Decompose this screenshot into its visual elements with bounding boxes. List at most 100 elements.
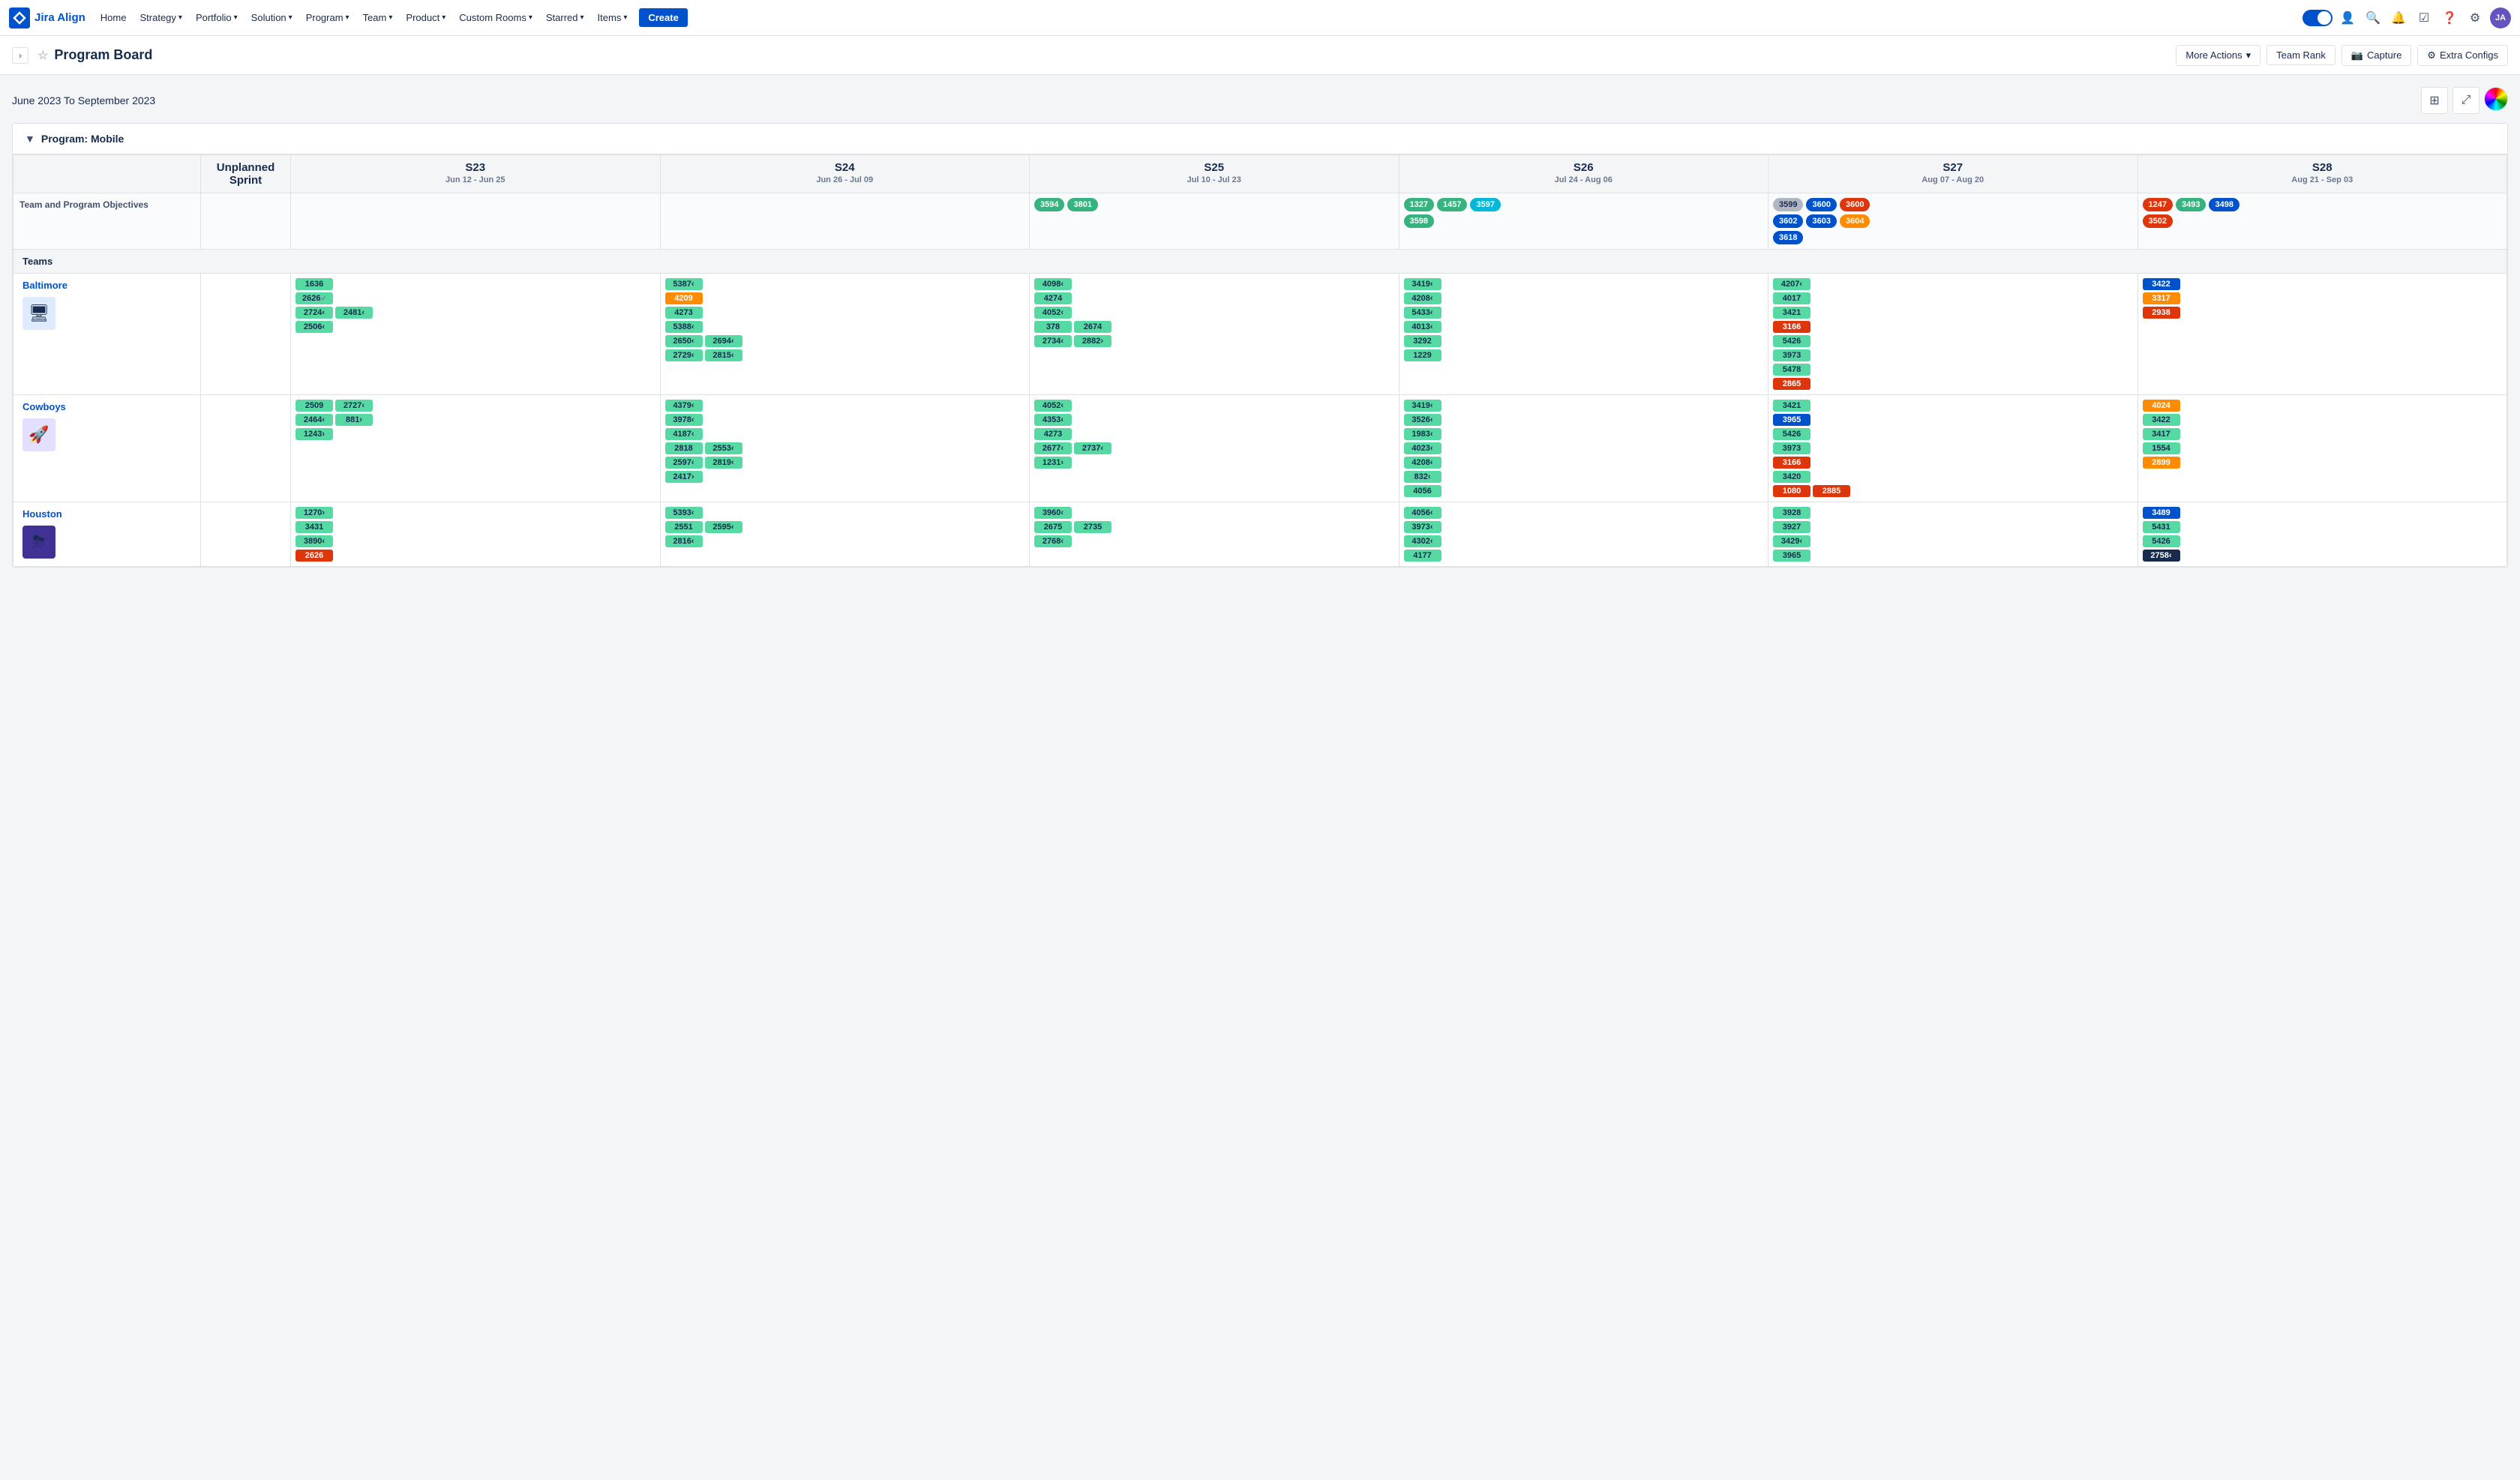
card-2626h[interactable]: 2626: [296, 550, 333, 562]
card-832[interactable]: 832‹: [1404, 471, 1442, 483]
team-name-baltimore[interactable]: Baltimore: [22, 280, 191, 291]
card-1270[interactable]: 1270›: [296, 507, 333, 519]
card-3526[interactable]: 3526‹: [1404, 414, 1442, 426]
objective-badge-1457[interactable]: 1457: [1437, 198, 1467, 211]
card-4302[interactable]: 4302‹: [1404, 535, 1442, 547]
create-button[interactable]: Create: [639, 8, 687, 27]
card-4098[interactable]: 4098‹: [1034, 278, 1072, 290]
tasks-icon[interactable]: ☑: [2414, 7, 2434, 28]
card-2597[interactable]: 2597‹: [665, 457, 703, 469]
card-2506[interactable]: 2506‹: [296, 321, 333, 333]
objective-badge-3618[interactable]: 3618: [1773, 231, 1803, 244]
card-2677[interactable]: 2677‹: [1034, 442, 1072, 454]
card-3166c[interactable]: 3166: [1773, 457, 1810, 469]
card-2626[interactable]: 2626✓: [296, 292, 333, 304]
objective-badge-3598[interactable]: 3598: [1404, 214, 1434, 228]
card-4273[interactable]: 4273: [665, 307, 703, 319]
card-3960[interactable]: 3960‹: [1034, 507, 1072, 519]
card-4013[interactable]: 4013‹: [1404, 321, 1442, 333]
objective-badge-3594[interactable]: 3594: [1034, 198, 1064, 211]
user-icon[interactable]: 👤: [2337, 7, 2358, 28]
card-3973h[interactable]: 3973‹: [1404, 521, 1442, 533]
card-2818[interactable]: 2818: [665, 442, 703, 454]
card-3317[interactable]: 3317: [2143, 292, 2180, 304]
card-4017[interactable]: 4017: [1773, 292, 1810, 304]
card-5388[interactable]: 5388‹: [665, 321, 703, 333]
card-378[interactable]: 378: [1034, 321, 1072, 333]
card-3429[interactable]: 3429‹: [1773, 535, 1810, 547]
card-3928[interactable]: 3928: [1773, 507, 1810, 519]
card-5433[interactable]: 5433‹: [1404, 307, 1442, 319]
card-2819[interactable]: 2819‹: [705, 457, 742, 469]
nav-custom-rooms[interactable]: Custom Rooms ▾: [453, 9, 538, 26]
card-2481[interactable]: 2481‹: [335, 307, 373, 319]
app-logo[interactable]: Jira Align: [9, 7, 86, 28]
card-2729[interactable]: 2729‹: [665, 349, 703, 361]
card-2865[interactable]: 2865: [1773, 378, 1810, 390]
card-3421-b[interactable]: 3421: [1773, 307, 1810, 319]
objective-badge-1247[interactable]: 1247: [2143, 198, 2173, 211]
objective-badge-3502[interactable]: 3502: [2143, 214, 2173, 228]
card-4273c[interactable]: 4273: [1034, 428, 1072, 440]
card-2724[interactable]: 2724‹: [296, 307, 333, 319]
card-2551[interactable]: 2551: [665, 521, 703, 533]
card-3421c[interactable]: 3421: [1773, 400, 1810, 412]
card-3973c[interactable]: 3973: [1773, 442, 1810, 454]
settings-icon[interactable]: ⚙: [2464, 7, 2486, 28]
card-4056h[interactable]: 4056‹: [1404, 507, 1442, 519]
card-1636[interactable]: 1636: [296, 278, 333, 290]
card-4052c[interactable]: 4052‹: [1034, 400, 1072, 412]
card-4274[interactable]: 4274: [1034, 292, 1072, 304]
card-2737[interactable]: 2737‹: [1074, 442, 1112, 454]
help-icon[interactable]: ❓: [2439, 7, 2460, 28]
card-2417[interactable]: 2417›: [665, 471, 703, 483]
card-5426h[interactable]: 5426: [2143, 535, 2180, 547]
color-picker-button[interactable]: [2484, 87, 2508, 111]
search-icon[interactable]: 🔍: [2362, 7, 2384, 28]
avatar[interactable]: JA: [2490, 7, 2511, 28]
card-2464[interactable]: 2464‹: [296, 414, 333, 426]
card-3422c[interactable]: 3422: [2143, 414, 2180, 426]
card-2694[interactable]: 2694‹: [705, 335, 742, 347]
card-2735[interactable]: 2735: [1074, 521, 1112, 533]
card-4207[interactable]: 4207‹: [1773, 278, 1810, 290]
card-2675[interactable]: 2675: [1034, 521, 1072, 533]
nav-starred[interactable]: Starred ▾: [540, 9, 590, 26]
card-4023[interactable]: 4023‹: [1404, 442, 1442, 454]
card-1229[interactable]: 1229: [1404, 349, 1442, 361]
sidebar-toggle-button[interactable]: ›: [12, 47, 28, 64]
card-4052[interactable]: 4052‹: [1034, 307, 1072, 319]
card-4024[interactable]: 4024: [2143, 400, 2180, 412]
nav-team[interactable]: Team ▾: [357, 9, 399, 26]
card-4177[interactable]: 4177: [1404, 550, 1442, 562]
objective-badge-3599[interactable]: 3599: [1773, 198, 1803, 211]
objective-badge-1327[interactable]: 1327: [1404, 198, 1434, 211]
card-2938[interactable]: 2938: [2143, 307, 2180, 319]
card-1983[interactable]: 1983‹: [1404, 428, 1442, 440]
nav-product[interactable]: Product ▾: [400, 9, 452, 26]
card-2650[interactable]: 2650‹: [665, 335, 703, 347]
nav-items[interactable]: Items ▾: [592, 9, 634, 26]
card-2768[interactable]: 2768‹: [1034, 535, 1072, 547]
card-2509[interactable]: 2509: [296, 400, 333, 412]
card-4187[interactable]: 4187‹: [665, 428, 703, 440]
nav-home[interactable]: Home: [94, 9, 133, 26]
card-5478[interactable]: 5478: [1773, 364, 1810, 376]
card-3965h[interactable]: 3965: [1773, 550, 1810, 562]
theme-toggle[interactable]: [2302, 10, 2332, 26]
card-1080[interactable]: 1080: [1773, 485, 1810, 497]
card-3422-b[interactable]: 3422: [2143, 278, 2180, 290]
card-3419c[interactable]: 3419‹: [1404, 400, 1442, 412]
card-4209[interactable]: 4209: [665, 292, 703, 304]
card-4208-b[interactable]: 4208‹: [1404, 292, 1442, 304]
expand-view-button[interactable]: ⤢: [2452, 87, 2480, 114]
objective-badge-3601[interactable]: 3600: [1840, 198, 1870, 211]
nav-program[interactable]: Program ▾: [300, 9, 356, 26]
card-4353[interactable]: 4353‹: [1034, 414, 1072, 426]
nav-portfolio[interactable]: Portfolio ▾: [190, 9, 244, 26]
card-5387[interactable]: 5387‹: [665, 278, 703, 290]
objective-badge-3597[interactable]: 3597: [1470, 198, 1500, 211]
collapse-icon[interactable]: ▼: [25, 133, 35, 145]
card-3431[interactable]: 3431: [296, 521, 333, 533]
team-rank-button[interactable]: Team Rank: [2266, 45, 2336, 65]
